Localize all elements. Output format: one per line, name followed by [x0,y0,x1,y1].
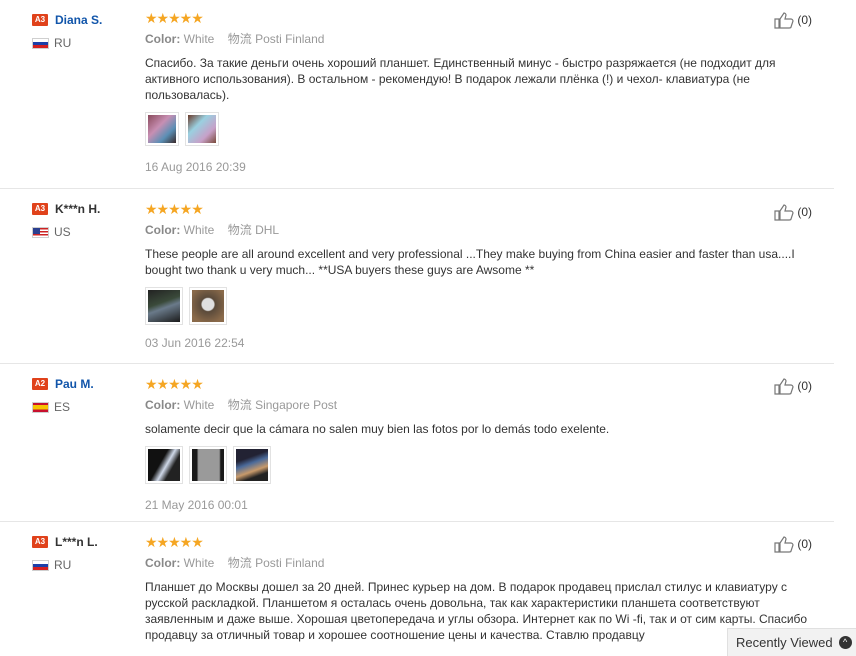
thumbs-up-icon [774,204,794,221]
reviewer-name[interactable]: Diana S. [55,13,102,27]
review-photo-thumbnail[interactable] [145,112,179,146]
color-value: White [183,32,215,46]
reviewer-country: ES [54,400,71,414]
thumbs-up-icon [774,536,794,553]
color-value: White [183,556,215,570]
shipping-method: Posti Finland [255,32,325,46]
helpful-count: (0) [797,13,812,27]
buyer-level-badge: A3 [32,203,48,215]
shipping-icon: 物流 [227,223,252,237]
shipping-method: Posti Finland [255,556,325,570]
russia-flag-icon [32,559,49,571]
reviewer-name[interactable]: Pau M. [55,377,94,391]
shipping-icon: 物流 [227,32,252,46]
review-item: A2 Pau M. ES ★★★★★ Color: White 物流 Singa… [0,364,834,521]
review-date: 16 Aug 2016 20:39 [145,160,246,174]
helpful-button[interactable]: (0) [773,377,812,395]
reviewer-info: A3 Diana S. RU [32,12,142,50]
color-label: Color: [145,32,181,46]
review-date: 21 May 2016 00:01 [145,498,248,512]
helpful-count: (0) [797,537,812,551]
chevron-up-icon: ^ [838,636,852,649]
review-photo-thumbnail[interactable] [189,287,227,325]
review-photo-thumbnail[interactable] [185,112,219,146]
reviewer-name: L***n L. [55,535,98,549]
review-date: 03 Jun 2016 22:54 [145,336,245,350]
review-photos [145,112,825,146]
shipping-icon: 物流 [227,398,252,412]
reviewer-info: A3 L***n L. RU [32,534,142,572]
buyer-level-badge: A3 [32,14,48,26]
reviewer-info: A3 K***n H. US [32,201,142,239]
recently-viewed-tab[interactable]: Recently Viewed ^ [727,628,856,656]
review-text: Планшет до Москвы дошел за 20 дней. Прин… [145,580,808,642]
thumbs-up-icon [774,378,794,395]
review-meta: Color: White 物流 Posti Finland [145,556,825,570]
helpful-count: (0) [797,205,812,219]
review-photos [145,446,825,484]
spain-flag-icon [32,401,49,413]
review-text: solamente decir que la cámara no salen m… [145,422,610,436]
review-meta: Color: White 物流 Posti Finland [145,32,825,46]
helpful-count: (0) [797,379,812,393]
review-meta: Color: White 物流 DHL [145,223,825,237]
review-photo-thumbnail[interactable] [189,446,227,484]
star-rating: ★★★★★ [145,201,204,217]
review-item: A3 K***n H. US ★★★★★ Color: White 物流 DHL… [0,189,834,363]
shipping-method: Singapore Post [255,398,338,412]
buyer-level-badge: A2 [32,378,48,390]
reviewer-info: A2 Pau M. ES [32,376,142,414]
helpful-button[interactable]: (0) [773,203,812,221]
recently-viewed-label: Recently Viewed [736,635,833,650]
review-photo-thumbnail[interactable] [233,446,271,484]
reviewer-country: RU [54,558,72,572]
reviewer-country: RU [54,36,72,50]
color-label: Color: [145,398,181,412]
star-rating: ★★★★★ [145,376,204,392]
review-photo-thumbnail[interactable] [145,287,183,325]
shipping-method: DHL [255,223,280,237]
helpful-button[interactable]: (0) [773,11,812,29]
star-rating: ★★★★★ [145,534,204,550]
review-photo-thumbnail[interactable] [145,446,183,484]
review-text: Спасибо. За такие деньги очень хороший п… [145,56,776,102]
color-label: Color: [145,556,181,570]
helpful-button[interactable]: (0) [773,535,812,553]
review-text: These people are all around excellent an… [145,247,795,277]
russia-flag-icon [32,37,49,49]
color-value: White [183,223,215,237]
review-item: A3 L***n L. RU ★★★★★ Color: White 物流 Pos… [0,522,834,656]
review-item: A3 Diana S. RU ★★★★★ Color: White 物流 Pos… [0,0,834,188]
reviewer-country: US [54,225,71,239]
reviewer-name: K***n H. [55,202,101,216]
star-rating: ★★★★★ [145,10,204,26]
review-photos [145,287,825,325]
color-value: White [183,398,215,412]
color-label: Color: [145,223,181,237]
buyer-level-badge: A3 [32,536,48,548]
shipping-icon: 物流 [227,556,252,570]
thumbs-up-icon [774,12,794,29]
usa-flag-icon [32,226,49,238]
review-meta: Color: White 物流 Singapore Post [145,398,825,412]
